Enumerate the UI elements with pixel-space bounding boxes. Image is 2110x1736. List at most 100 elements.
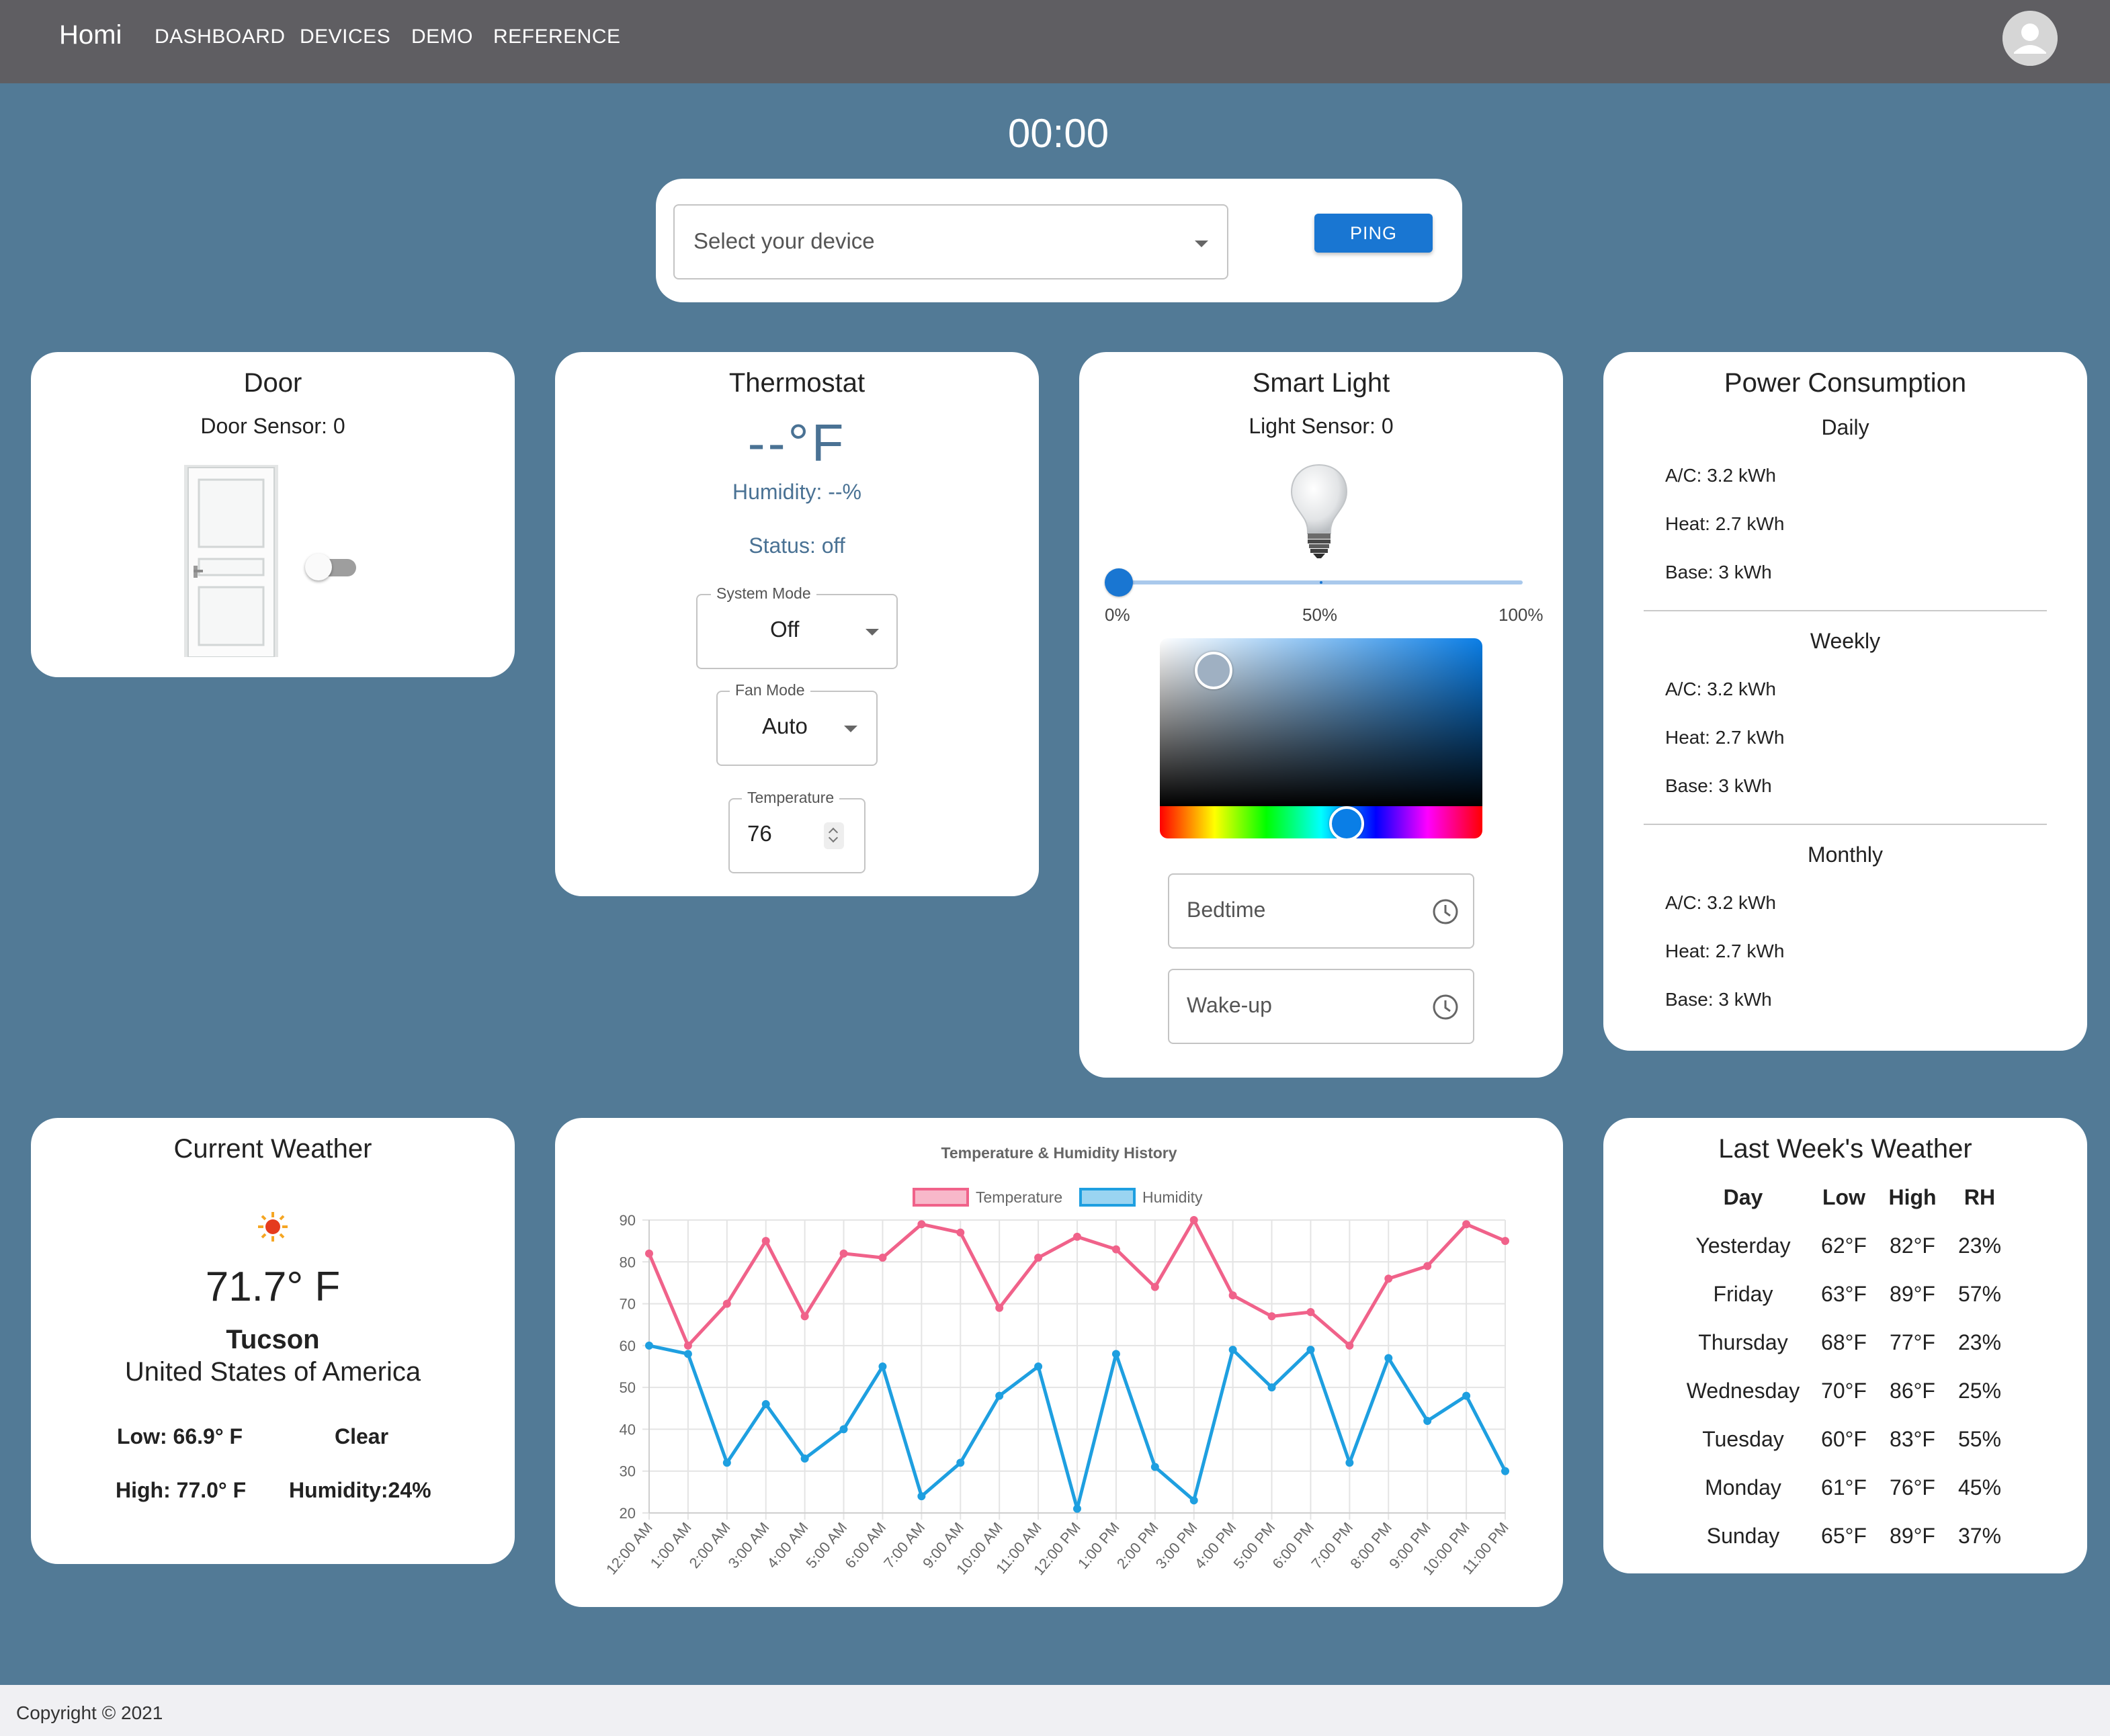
legend-swatch (913, 1188, 969, 1207)
power-item: A/C: 3.2 kWh (1665, 892, 1776, 913)
last-week-weather-card: Last Week's Weather Day Low High RH Yesterda… (1603, 1118, 2087, 1573)
data-point (1228, 1291, 1237, 1300)
door-toggle-switch[interactable] (305, 554, 356, 580)
copyright-text: Copyright © 2021 (16, 1702, 163, 1723)
data-point (1501, 1237, 1509, 1246)
data-point (1345, 1341, 1354, 1350)
wakeup-placeholder: Wake-up (1187, 993, 1272, 1017)
clock-icon[interactable] (1431, 898, 1460, 926)
x-tick-label: 3:00 AM (725, 1519, 773, 1571)
data-point (1462, 1220, 1471, 1229)
number-spinner-icon[interactable] (824, 822, 844, 849)
y-tick-label: 70 (620, 1296, 636, 1313)
nav-reference[interactable]: REFERENCE (493, 26, 621, 48)
x-tick-label: 4:00 AM (763, 1519, 811, 1571)
fan-mode-value: Auto (762, 713, 808, 738)
device-select[interactable]: Select your device (673, 204, 1228, 279)
y-tick-label: 30 (620, 1463, 636, 1480)
hue-handle[interactable] (1329, 806, 1364, 838)
data-point (683, 1341, 692, 1350)
bedtime-input[interactable]: Bedtime (1168, 873, 1474, 949)
color-picker[interactable] (1160, 638, 1482, 838)
y-tick-label: 50 (620, 1379, 636, 1396)
wakeup-input[interactable]: Wake-up (1168, 969, 1474, 1044)
data-point (1384, 1354, 1393, 1362)
current-weather-card: Current Weather 71.7° F Tucson United St… (31, 1118, 515, 1564)
slider-mark-50: 50% (1302, 605, 1338, 625)
x-tick-label: 1:00 PM (1074, 1519, 1123, 1572)
weather-humidity: Humidity:24% (289, 1478, 431, 1502)
nav-dashboard[interactable]: DASHBOARD (155, 26, 286, 48)
x-tick-label: 1:00 AM (647, 1519, 695, 1571)
brightness-slider-mark (1320, 581, 1322, 584)
thermostat-title: Thermostat (728, 368, 866, 398)
light-bulb-icon (1290, 464, 1348, 558)
data-point (761, 1400, 770, 1409)
table-cell: 57% (1957, 1282, 2002, 1306)
data-point (1228, 1346, 1237, 1354)
current-weather-title: Current Weather (173, 1134, 372, 1164)
x-tick-label: 7:00 AM (880, 1519, 928, 1571)
sun-icon (258, 1212, 288, 1242)
door-toggle-thumb (305, 554, 332, 580)
x-tick-label: 2:00 AM (686, 1519, 734, 1571)
x-tick-label: 5:00 AM (802, 1519, 850, 1571)
y-tick-label: 20 (620, 1505, 636, 1522)
data-point (1073, 1232, 1081, 1241)
door-sensor-text: Door Sensor: 0 (200, 414, 345, 438)
color-hue-bar[interactable] (1160, 806, 1482, 838)
data-point (1267, 1312, 1276, 1321)
data-point (645, 1341, 653, 1350)
y-tick-label: 90 (620, 1212, 636, 1229)
legend-label: Humidity (1142, 1188, 1203, 1206)
x-tick-label: 2:00 PM (1113, 1519, 1162, 1572)
temperature-input[interactable]: Temperature 76 (728, 789, 866, 873)
data-point (1384, 1274, 1393, 1283)
x-tick-label: 12:00 AM (603, 1519, 656, 1577)
smart-light-card: Smart Light Light Sensor: 0 0% 50% 100% … (1079, 352, 1563, 1078)
system-mode-label: System Mode (711, 584, 816, 603)
data-point (839, 1249, 848, 1258)
data-point (1189, 1496, 1198, 1505)
data-point (1034, 1362, 1043, 1371)
slider-mark-0: 0% (1105, 605, 1130, 625)
clock-display: 00:00 (1007, 111, 1109, 156)
nav-devices[interactable]: DEVICES (300, 26, 390, 48)
x-tick-label: 4:00 PM (1191, 1519, 1240, 1572)
system-mode-select[interactable]: System Mode Off (696, 584, 898, 669)
data-point (1150, 1283, 1159, 1291)
power-item: Heat: 2.7 kWh (1665, 513, 1785, 534)
power-item: Heat: 2.7 kWh (1665, 941, 1785, 961)
weather-country: United States of America (124, 1357, 421, 1387)
brand-logo[interactable]: Homi (59, 20, 122, 50)
table-header: RH (1964, 1185, 1996, 1209)
user-avatar-icon[interactable] (2002, 11, 2058, 66)
fan-mode-select[interactable]: Fan Mode Auto (716, 681, 878, 766)
saturation-handle[interactable] (1195, 652, 1232, 689)
data-point (1189, 1216, 1198, 1224)
chevron-down-icon (866, 629, 879, 636)
data-point (1501, 1467, 1509, 1475)
power-item: Base: 3 kWh (1665, 775, 1772, 796)
data-point (917, 1220, 926, 1229)
temperature-humidity-chart: Temperature & Humidity History Temperatur… (603, 1144, 1512, 1578)
clock-icon[interactable] (1431, 993, 1460, 1021)
power-item: A/C: 3.2 kWh (1665, 679, 1776, 699)
chart-title: Temperature & Humidity History (941, 1144, 1177, 1162)
data-point (1306, 1346, 1315, 1354)
divider (1644, 824, 2047, 825)
power-consumption-card: Power Consumption Daily A/C: 3.2 kWh Hea… (1603, 352, 2087, 1051)
data-point (839, 1425, 848, 1434)
ping-button[interactable]: PING (1314, 214, 1433, 253)
data-point (645, 1249, 653, 1258)
data-point (722, 1459, 731, 1467)
last-week-title: Last Week's Weather (1718, 1134, 1972, 1164)
brightness-slider-thumb[interactable] (1105, 568, 1133, 597)
nav-demo[interactable]: DEMO (411, 26, 473, 48)
data-point (995, 1303, 1004, 1312)
power-section-daily: Daily (1821, 415, 1869, 439)
chevron-down-icon (1195, 241, 1208, 247)
weather-city: Tucson (226, 1325, 320, 1354)
x-tick-label: 7:00 PM (1308, 1519, 1356, 1572)
data-point (1150, 1463, 1159, 1471)
